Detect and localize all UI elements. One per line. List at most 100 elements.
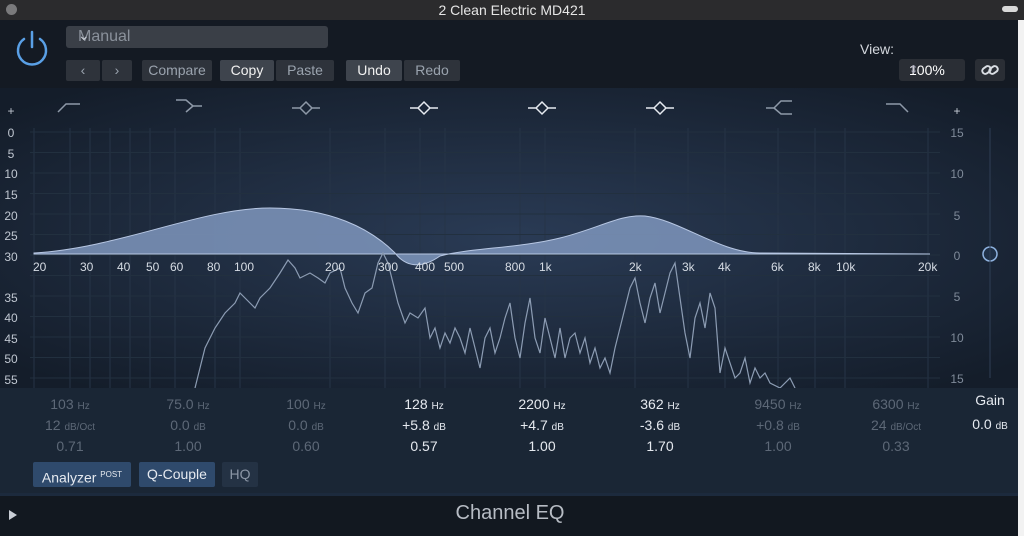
compare-button[interactable]: Compare — [142, 60, 212, 81]
band-gain[interactable]: 24 — [871, 417, 887, 433]
unit: dB — [551, 422, 564, 433]
power-button-icon[interactable] — [12, 28, 52, 68]
undo-button[interactable]: Undo — [346, 60, 402, 81]
unit: Hz — [907, 401, 920, 412]
band-8-params[interactable]: 6300 Hz 24 dB/Oct 0.33 — [846, 396, 946, 459]
band-5-params[interactable]: 2200 Hz +4.7 dB 1.00 — [492, 396, 592, 459]
add-band-right-icon[interactable]: + — [946, 104, 968, 118]
db-tick: 25 — [4, 229, 18, 243]
stepper-arrows-icon: ⇕ — [909, 64, 919, 76]
db-tick: 0 — [953, 249, 961, 263]
band-freq[interactable]: 9450 — [754, 396, 785, 412]
preset-menu[interactable]: Manual ⌄ — [66, 26, 328, 48]
band-gain[interactable]: 12 — [45, 417, 61, 433]
band-gain[interactable]: -3.6 — [640, 417, 664, 433]
band-q[interactable]: 1.70 — [646, 438, 673, 454]
band-q[interactable]: 0.57 — [410, 438, 437, 454]
freq-tick: 4k — [718, 260, 731, 274]
db-tick: 5 — [7, 147, 15, 161]
eq-graph[interactable] — [0, 88, 1024, 388]
band-1-params[interactable]: 103 Hz 12 dB/Oct 0.71 — [20, 396, 120, 459]
band-gain[interactable]: 0.0 — [288, 417, 307, 433]
band-gain[interactable]: +0.8 — [756, 417, 784, 433]
band-freq[interactable]: 6300 — [872, 396, 903, 412]
band-4-params[interactable]: 128 Hz +5.8 dB 0.57 — [374, 396, 474, 459]
band-q[interactable]: 0.60 — [292, 438, 319, 454]
freq-tick: 8k — [808, 260, 821, 274]
band-gain[interactable]: +4.7 — [520, 417, 548, 433]
unit: dB/Oct — [890, 422, 922, 433]
unit: dB/Oct — [64, 422, 96, 433]
add-band-left-icon[interactable]: + — [0, 104, 22, 118]
analyzer-label: Analyzer — [41, 469, 97, 486]
unit: Hz — [313, 401, 326, 412]
db-tick: 15 — [950, 126, 964, 140]
band-7-params[interactable]: 9450 Hz +0.8 dB 1.00 — [728, 396, 828, 459]
freq-tick: 30 — [80, 260, 94, 274]
close-dot-icon[interactable] — [6, 4, 17, 15]
freq-tick: 80 — [207, 260, 221, 274]
gain-label: Gain — [975, 392, 1005, 408]
freq-tick: 200 — [325, 260, 346, 274]
gain-value[interactable]: 0.0 — [972, 416, 991, 432]
db-tick: 55 — [4, 373, 18, 387]
band-3-params[interactable]: 100 Hz 0.0 dB 0.60 — [256, 396, 356, 459]
db-tick: 5 — [953, 209, 961, 223]
freq-tick: 500 — [444, 260, 465, 274]
unit: dB — [667, 422, 681, 433]
freq-tick: 3k — [682, 260, 695, 274]
band-freq[interactable]: 100 — [286, 396, 309, 412]
previous-preset-button[interactable]: ‹ — [66, 60, 100, 81]
freq-tick: 20k — [918, 260, 938, 274]
unit: Hz — [431, 401, 444, 412]
view-label: View: — [860, 41, 894, 57]
master-gain[interactable]: Gain 0.0 dB — [968, 392, 1012, 440]
title-bar: 2 Clean Electric MD421 — [0, 0, 1024, 20]
band-freq[interactable]: 103 — [50, 396, 73, 412]
unit: Hz — [197, 401, 210, 412]
band-gain[interactable]: +5.8 — [402, 417, 430, 433]
unit: Hz — [789, 401, 802, 412]
window-pill-icon[interactable] — [1002, 6, 1018, 12]
window-edge — [1018, 20, 1024, 536]
unit: dB — [787, 422, 800, 433]
plugin-name: Channel EQ — [455, 502, 565, 524]
paste-button[interactable]: Paste — [276, 60, 334, 81]
db-tick: 20 — [4, 209, 18, 223]
band-freq[interactable]: 2200 — [518, 396, 549, 412]
band-2-params[interactable]: 75.0 Hz 0.0 dB 1.00 — [138, 396, 238, 459]
band-6-params[interactable]: 362 Hz -3.6 dB 1.70 — [610, 396, 710, 459]
db-tick: 10 — [950, 331, 964, 345]
window-title: 2 Clean Electric MD421 — [438, 2, 586, 18]
unit: dB — [311, 422, 324, 433]
band-q[interactable]: 1.00 — [764, 438, 791, 454]
unit: dB — [193, 422, 206, 433]
freq-tick: 40 — [117, 260, 131, 274]
freq-tick: 50 — [146, 260, 160, 274]
q-couple-button[interactable]: Q-Couple — [139, 462, 215, 487]
band-freq[interactable]: 75.0 — [166, 396, 193, 412]
band-q[interactable]: 1.00 — [174, 438, 201, 454]
link-icon[interactable] — [975, 59, 1005, 81]
band-q[interactable]: 0.71 — [56, 438, 83, 454]
band-gain[interactable]: 0.0 — [170, 417, 189, 433]
chevron-down-icon: ⌄ — [78, 27, 90, 43]
view-zoom-select[interactable]: 100% ⇕ — [899, 59, 965, 81]
band-q[interactable]: 1.00 — [528, 438, 555, 454]
unit: Hz — [667, 401, 680, 412]
db-tick: 15 — [950, 372, 964, 386]
freq-tick: 6k — [771, 260, 784, 274]
freq-tick: 10k — [836, 260, 856, 274]
copy-button[interactable]: Copy — [220, 60, 274, 81]
band-freq[interactable]: 128 — [404, 396, 427, 412]
redo-button[interactable]: Redo — [404, 60, 460, 81]
freq-tick: 20 — [33, 260, 47, 274]
plugin-footer: Channel EQ — [0, 496, 1024, 536]
band-q[interactable]: 0.33 — [882, 438, 909, 454]
band-freq[interactable]: 362 — [640, 396, 663, 412]
freq-tick: 100 — [234, 260, 255, 274]
analyzer-button[interactable]: Analyzer POST — [33, 462, 131, 487]
freq-tick: 60 — [170, 260, 184, 274]
hq-button[interactable]: HQ — [222, 462, 258, 487]
next-preset-button[interactable]: › — [102, 60, 132, 81]
